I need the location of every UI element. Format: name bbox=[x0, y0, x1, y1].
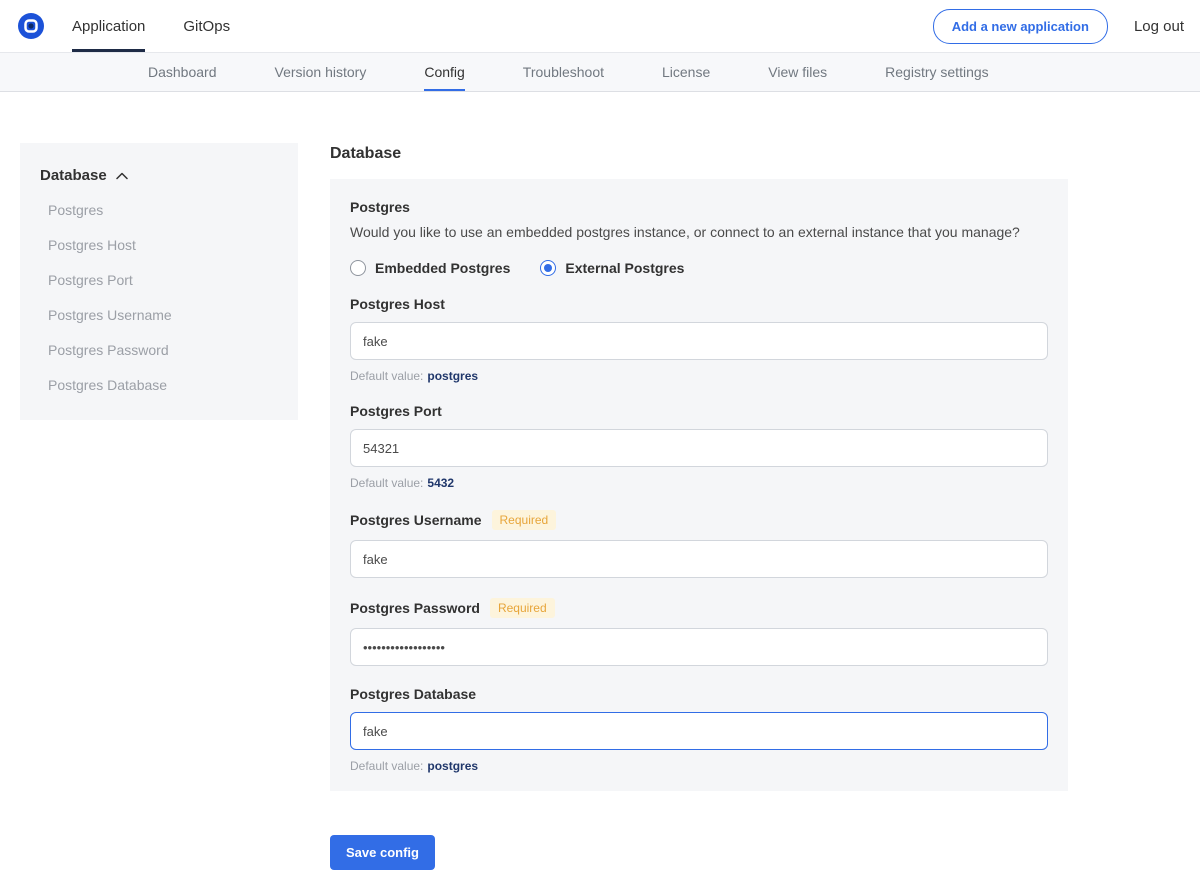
top-nav-bar: Application GitOps Add a new application… bbox=[0, 0, 1200, 52]
field-label-postgres-username: Postgres Username Required bbox=[350, 510, 1048, 530]
default-value-help: Default value: postgres bbox=[350, 759, 1048, 773]
default-value-prefix: Default value: bbox=[350, 369, 423, 383]
field-label-text: Postgres Database bbox=[350, 686, 476, 702]
subnav-item-dashboard[interactable]: Dashboard bbox=[148, 53, 217, 91]
config-sidebar: Database Postgres Postgres Host Postgres… bbox=[20, 143, 298, 420]
postgres-database-input[interactable] bbox=[350, 712, 1048, 750]
tab-gitops[interactable]: GitOps bbox=[183, 0, 230, 52]
sidebar-item-postgres-database[interactable]: Postgres Database bbox=[20, 367, 298, 402]
postgres-mode-radio-group: Embedded Postgres External Postgres bbox=[350, 260, 1048, 276]
default-value-text: postgres bbox=[427, 369, 478, 383]
default-value-prefix: Default value: bbox=[350, 759, 423, 773]
field-label-postgres-password: Postgres Password Required bbox=[350, 598, 1048, 618]
field-postgres-username: Postgres Username Required bbox=[350, 510, 1048, 578]
field-postgres-port: Postgres Port Default value: 5432 bbox=[350, 403, 1048, 490]
sidebar-item-postgres[interactable]: Postgres bbox=[20, 192, 298, 227]
field-label-postgres-port: Postgres Port bbox=[350, 403, 1048, 419]
default-value-help: Default value: postgres bbox=[350, 369, 1048, 383]
sidebar-item-postgres-username[interactable]: Postgres Username bbox=[20, 297, 298, 332]
radio-external-postgres[interactable]: External Postgres bbox=[540, 260, 684, 276]
chevron-up-icon bbox=[116, 167, 128, 184]
subnav-item-version-history[interactable]: Version history bbox=[275, 53, 367, 91]
app-subnav: Dashboard Version history Config Trouble… bbox=[0, 52, 1200, 92]
postgres-port-input[interactable] bbox=[350, 429, 1048, 467]
default-value-text: 5432 bbox=[427, 476, 454, 490]
default-value-prefix: Default value: bbox=[350, 476, 423, 490]
field-postgres-password: Postgres Password Required bbox=[350, 598, 1048, 666]
tab-application[interactable]: Application bbox=[72, 0, 145, 52]
subnav-item-license[interactable]: License bbox=[662, 53, 710, 91]
config-group-title: Database bbox=[330, 145, 1068, 163]
postgres-password-input[interactable] bbox=[350, 628, 1048, 666]
field-label-text: Postgres Password bbox=[350, 600, 480, 616]
field-label-postgres-host: Postgres Host bbox=[350, 296, 1048, 312]
radio-unselected-icon bbox=[350, 260, 366, 276]
sidebar-item-postgres-host[interactable]: Postgres Host bbox=[20, 227, 298, 262]
radio-embedded-postgres-label: Embedded Postgres bbox=[375, 260, 510, 276]
sidebar-group-database[interactable]: Database bbox=[20, 167, 298, 184]
field-label-text: Postgres Host bbox=[350, 296, 445, 312]
field-label-text: Postgres Port bbox=[350, 403, 442, 419]
sidebar-item-postgres-port[interactable]: Postgres Port bbox=[20, 262, 298, 297]
radio-selected-icon bbox=[540, 260, 556, 276]
sidebar-group-label: Database bbox=[40, 167, 107, 184]
add-application-button[interactable]: Add a new application bbox=[933, 9, 1108, 44]
postgres-group-help: Would you like to use an embedded postgr… bbox=[350, 224, 1048, 240]
default-value-text: postgres bbox=[427, 759, 478, 773]
postgres-username-input[interactable] bbox=[350, 540, 1048, 578]
postgres-host-input[interactable] bbox=[350, 322, 1048, 360]
config-group-panel: Postgres Would you like to use an embedd… bbox=[330, 179, 1068, 791]
subnav-item-config[interactable]: Config bbox=[424, 53, 464, 91]
field-postgres-database: Postgres Database Default value: postgres bbox=[350, 686, 1048, 773]
subnav-item-view-files[interactable]: View files bbox=[768, 53, 827, 91]
subnav-item-registry-settings[interactable]: Registry settings bbox=[885, 53, 988, 91]
required-badge: Required bbox=[490, 598, 555, 618]
postgres-group-label: Postgres bbox=[350, 199, 1048, 215]
save-config-button[interactable]: Save config bbox=[330, 835, 435, 870]
radio-external-postgres-label: External Postgres bbox=[565, 260, 684, 276]
field-postgres-host: Postgres Host Default value: postgres bbox=[350, 296, 1048, 383]
required-badge: Required bbox=[492, 510, 557, 530]
logout-link[interactable]: Log out bbox=[1134, 18, 1184, 35]
config-main: Database Postgres Would you like to use … bbox=[330, 143, 1068, 870]
field-label-text: Postgres Username bbox=[350, 512, 482, 528]
field-label-postgres-database: Postgres Database bbox=[350, 686, 1048, 702]
subnav-item-troubleshoot[interactable]: Troubleshoot bbox=[523, 53, 604, 91]
tab-application-label: Application bbox=[72, 18, 145, 35]
sidebar-item-postgres-password[interactable]: Postgres Password bbox=[20, 332, 298, 367]
app-logo-icon bbox=[18, 13, 44, 39]
radio-embedded-postgres[interactable]: Embedded Postgres bbox=[350, 260, 510, 276]
default-value-help: Default value: 5432 bbox=[350, 476, 1048, 490]
tab-gitops-label: GitOps bbox=[183, 18, 230, 35]
config-page: Database Postgres Postgres Host Postgres… bbox=[0, 143, 1200, 870]
